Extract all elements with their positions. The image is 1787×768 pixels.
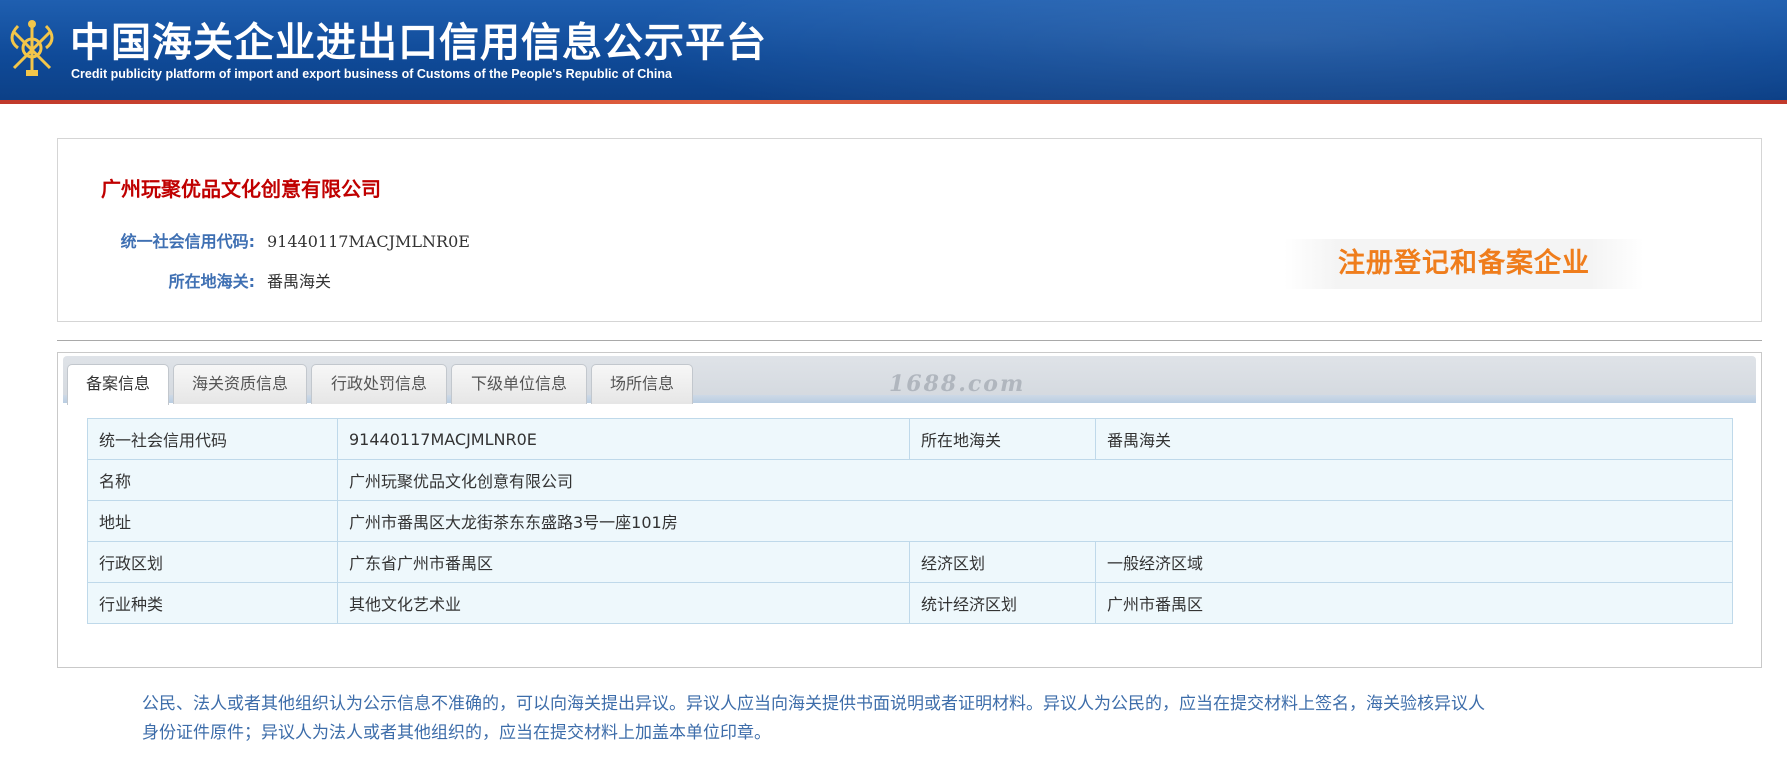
notice-line-1: 公民、法人或者其他组织认为公示信息不准确的，可以向海关提出异议。异议人应当向海关…: [142, 694, 1485, 714]
tab-administrative-penalty[interactable]: 行政处罚信息: [311, 364, 447, 404]
info-panel: 备案信息 海关资质信息 行政处罚信息 下级单位信息 场所信息 1688.com …: [57, 352, 1762, 668]
filing-info-table: 统一社会信用代码 91440117MACJMLNR0E 所在地海关 番禺海关 名…: [87, 418, 1733, 624]
table-cell-label: 名称: [87, 459, 338, 501]
objection-notice: 公民、法人或者其他组织认为公示信息不准确的，可以向海关提出异议。异议人应当向海关…: [142, 690, 1662, 748]
table-row: 行业种类 其他文化艺术业 统计经济区划 广州市番禺区: [87, 582, 1733, 624]
section-divider: [57, 340, 1762, 341]
customs-label: 所在地海关:: [168, 272, 255, 291]
table-cell-value: 番禺海关: [1095, 418, 1733, 460]
site-subtitle: Credit publicity platform of import and …: [71, 67, 672, 81]
credit-code-value: 91440117MACJMLNR0E: [267, 232, 470, 251]
table-cell-label: 经济区划: [909, 541, 1096, 583]
table-cell-label: 统计经济区划: [909, 582, 1096, 624]
table-cell-label: 行政区划: [87, 541, 338, 583]
table-cell-value: 广州玩聚优品文化创意有限公司: [337, 459, 1733, 501]
tab-customs-qualification[interactable]: 海关资质信息: [173, 364, 307, 404]
site-title: 中国海关企业进出口信用信息公示平台: [70, 20, 767, 66]
tab-site-info[interactable]: 场所信息: [591, 364, 693, 404]
table-cell-label: 行业种类: [87, 582, 338, 624]
table-cell-value: 其他文化艺术业: [337, 582, 910, 624]
tab-subordinate-units[interactable]: 下级单位信息: [451, 364, 587, 404]
table-cell-value: 广东省广州市番禺区: [337, 541, 910, 583]
table-row: 名称 广州玩聚优品文化创意有限公司: [87, 459, 1733, 501]
credit-code-row: 统一社会信用代码: 91440117MACJMLNR0E: [58, 228, 470, 252]
table-cell-value: 一般经济区域: [1095, 541, 1733, 583]
table-row: 统一社会信用代码 91440117MACJMLNR0E 所在地海关 番禺海关: [87, 418, 1733, 460]
company-name: 广州玩聚优品文化创意有限公司: [101, 177, 381, 201]
table-cell-value: 广州市番禺区: [1095, 582, 1733, 624]
customs-row: 所在地海关: 番禺海关: [58, 268, 331, 292]
watermark-logo: 1688.com: [889, 371, 1026, 397]
table-row: 行政区划 广东省广州市番禺区 经济区划 一般经济区域: [87, 541, 1733, 583]
customs-emblem-icon: [10, 20, 54, 76]
status-badge: 注册登记和备案企业: [1284, 239, 1644, 289]
tab-bar: 备案信息 海关资质信息 行政处罚信息 下级单位信息 场所信息 1688.com: [63, 356, 1756, 405]
credit-code-label: 统一社会信用代码:: [120, 232, 255, 251]
table-cell-value: 广州市番禺区大龙街茶东东盛路3号一座101房: [337, 500, 1733, 542]
header-decoration: [620, 0, 1787, 104]
site-header: 中国海关企业进出口信用信息公示平台 Credit publicity platf…: [0, 0, 1787, 104]
customs-value: 番禺海关: [267, 272, 332, 291]
table-cell-value: 91440117MACJMLNR0E: [337, 418, 910, 460]
tab-filing-info[interactable]: 备案信息: [67, 364, 169, 405]
company-card: 广州玩聚优品文化创意有限公司 统一社会信用代码: 91440117MACJMLNR…: [57, 138, 1762, 322]
table-row: 地址 广州市番禺区大龙街茶东东盛路3号一座101房: [87, 500, 1733, 542]
table-cell-label: 统一社会信用代码: [87, 418, 338, 460]
table-cell-label: 所在地海关: [909, 418, 1096, 460]
table-cell-label: 地址: [87, 500, 338, 542]
notice-line-2: 身份证件原件；异议人为法人或者其他组织的，应当在提交材料上加盖本单位印章。: [142, 723, 771, 743]
